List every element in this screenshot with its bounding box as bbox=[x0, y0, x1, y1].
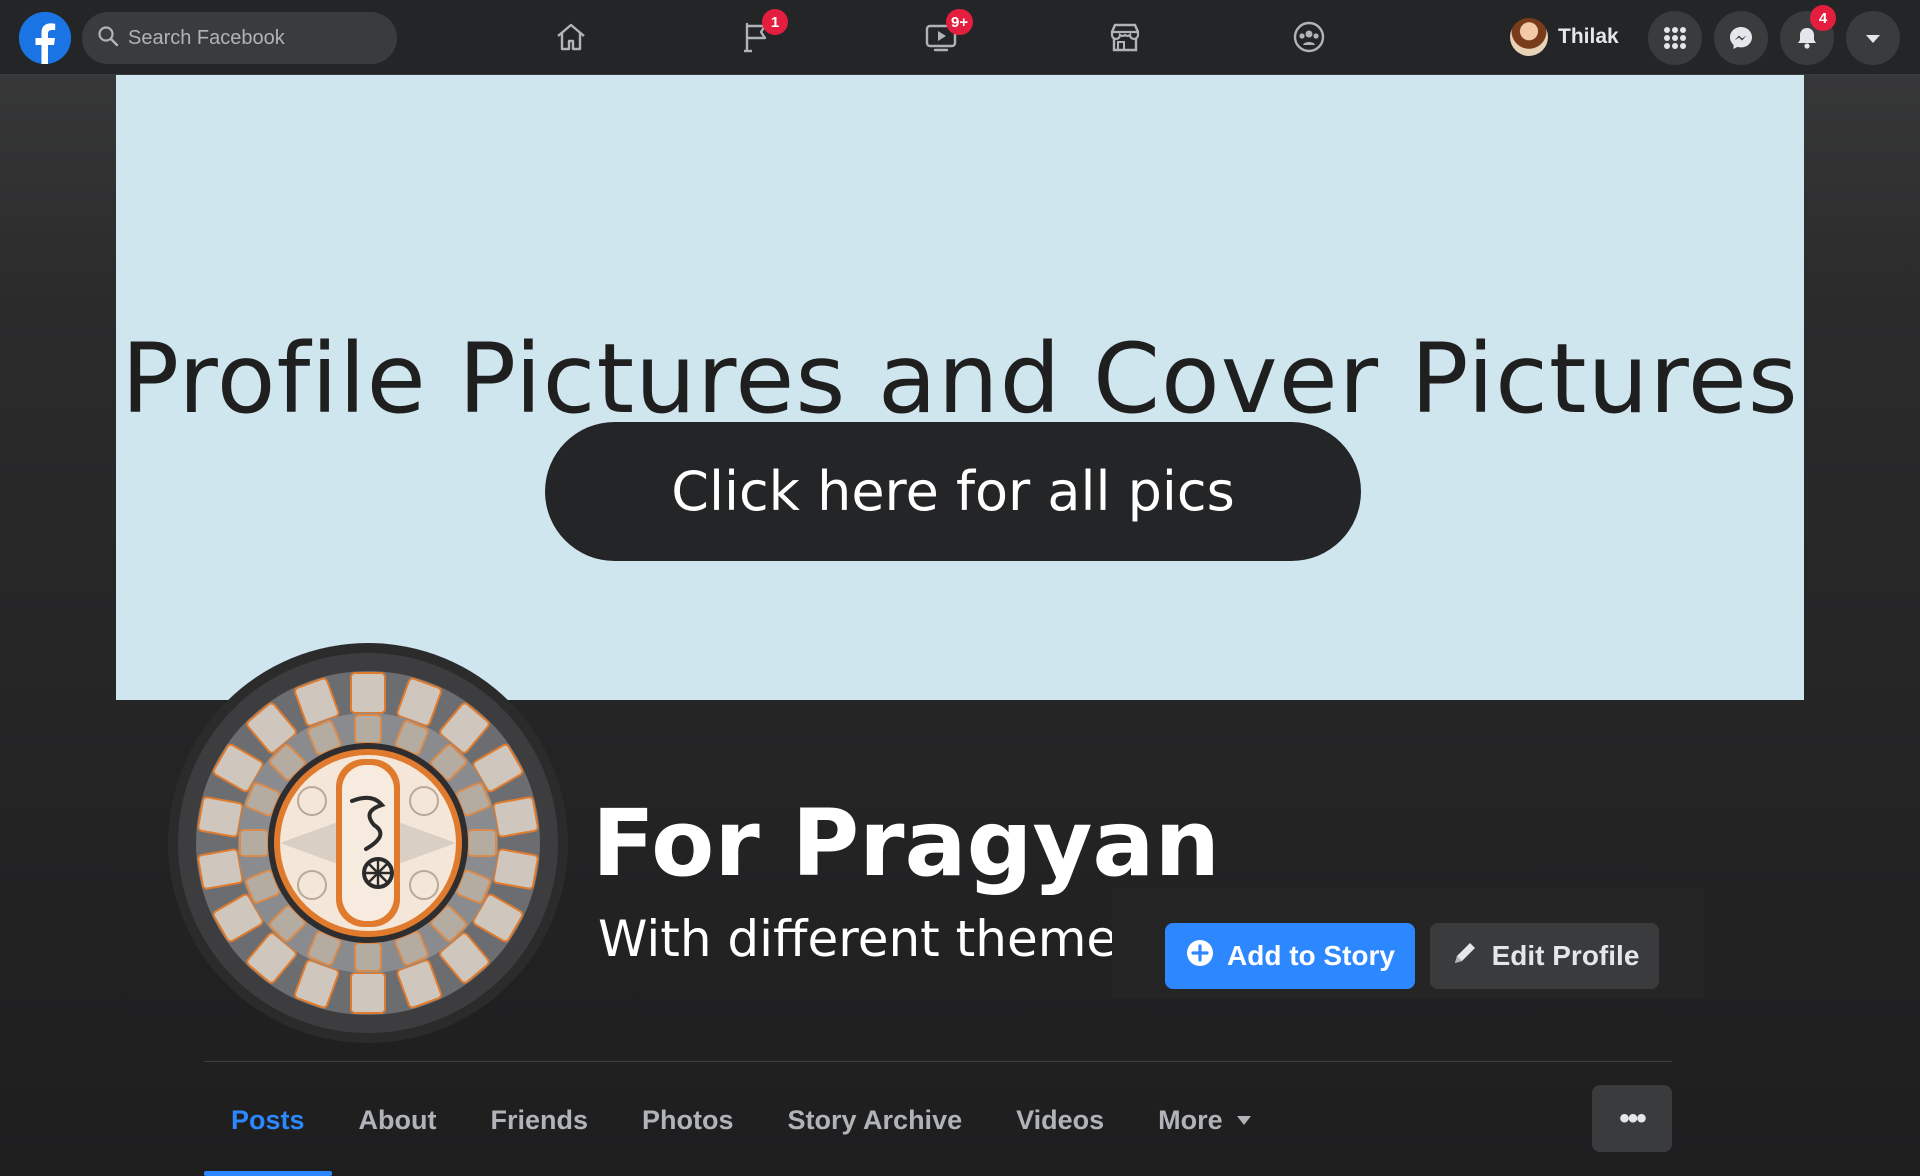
caret-down-icon bbox=[1236, 1116, 1251, 1125]
profile-name: Thilak bbox=[1558, 25, 1619, 48]
tab-friends[interactable]: Friends bbox=[464, 1085, 616, 1156]
tab-photos[interactable]: Photos bbox=[615, 1085, 761, 1156]
groups-icon[interactable] bbox=[1286, 14, 1332, 60]
cover-title: Profile Pictures and Cover Pictures bbox=[121, 323, 1799, 435]
search-input[interactable] bbox=[128, 26, 378, 50]
watch-badge: 9+ bbox=[946, 9, 974, 35]
cover-cta-button[interactable]: Click here for all pics bbox=[545, 422, 1361, 561]
tab-videos[interactable]: Videos bbox=[989, 1085, 1131, 1156]
avatar bbox=[1510, 18, 1548, 56]
header-divider bbox=[204, 1061, 1672, 1062]
search-icon bbox=[96, 24, 120, 53]
menu-grid-icon[interactable] bbox=[1648, 11, 1702, 65]
page-title: For Pragyan bbox=[592, 790, 1221, 897]
bell-icon[interactable]: 4 bbox=[1780, 5, 1836, 65]
edit-profile-button[interactable]: Edit Profile bbox=[1430, 923, 1659, 989]
pages-flag-icon[interactable]: 1 bbox=[734, 9, 788, 60]
watch-icon[interactable]: 9+ bbox=[918, 9, 974, 60]
mandala-emblem bbox=[178, 653, 558, 1033]
tab-label: Story Archive bbox=[787, 1105, 963, 1135]
tab-more[interactable]: More bbox=[1131, 1085, 1278, 1156]
top-navigation-bar: 1 9+ Thilak 4 bbox=[0, 0, 1920, 75]
tab-label: More bbox=[1158, 1105, 1223, 1135]
cover-photo[interactable]: Profile Pictures and Cover Pictures Clic… bbox=[116, 75, 1804, 700]
pages-badge: 1 bbox=[762, 9, 788, 35]
plus-circle-icon bbox=[1185, 938, 1227, 975]
tab-label: Photos bbox=[642, 1105, 734, 1135]
tab-label: Posts bbox=[231, 1105, 305, 1135]
pencil-icon bbox=[1450, 938, 1492, 975]
tab-posts[interactable]: Posts bbox=[204, 1085, 332, 1176]
tab-label: Videos bbox=[1016, 1105, 1105, 1135]
edit-profile-label: Edit Profile bbox=[1491, 940, 1640, 971]
notifications-badge: 4 bbox=[1810, 5, 1836, 31]
add-to-story-label: Add to Story bbox=[1227, 940, 1395, 971]
tab-label: About bbox=[358, 1105, 437, 1135]
home-icon[interactable] bbox=[548, 14, 594, 60]
more-options-button[interactable]: ••• bbox=[1592, 1085, 1672, 1152]
search-bar[interactable] bbox=[82, 12, 397, 64]
profile-tabs: Posts About Friends Photos Story Archive… bbox=[204, 1085, 1278, 1176]
marketplace-icon[interactable] bbox=[1102, 14, 1148, 60]
caret-down-icon[interactable] bbox=[1846, 11, 1900, 65]
messenger-icon[interactable] bbox=[1714, 11, 1768, 65]
profile-picture[interactable] bbox=[168, 643, 568, 1043]
add-to-story-button[interactable]: Add to Story bbox=[1165, 923, 1415, 989]
tab-story-archive[interactable]: Story Archive bbox=[761, 1085, 990, 1156]
facebook-logo[interactable] bbox=[19, 12, 71, 64]
tab-label: Friends bbox=[490, 1105, 589, 1135]
profile-shortcut[interactable]: Thilak bbox=[1510, 14, 1619, 60]
page-subtitle: With different themes bbox=[598, 910, 1144, 968]
tab-about[interactable]: About bbox=[332, 1085, 464, 1156]
